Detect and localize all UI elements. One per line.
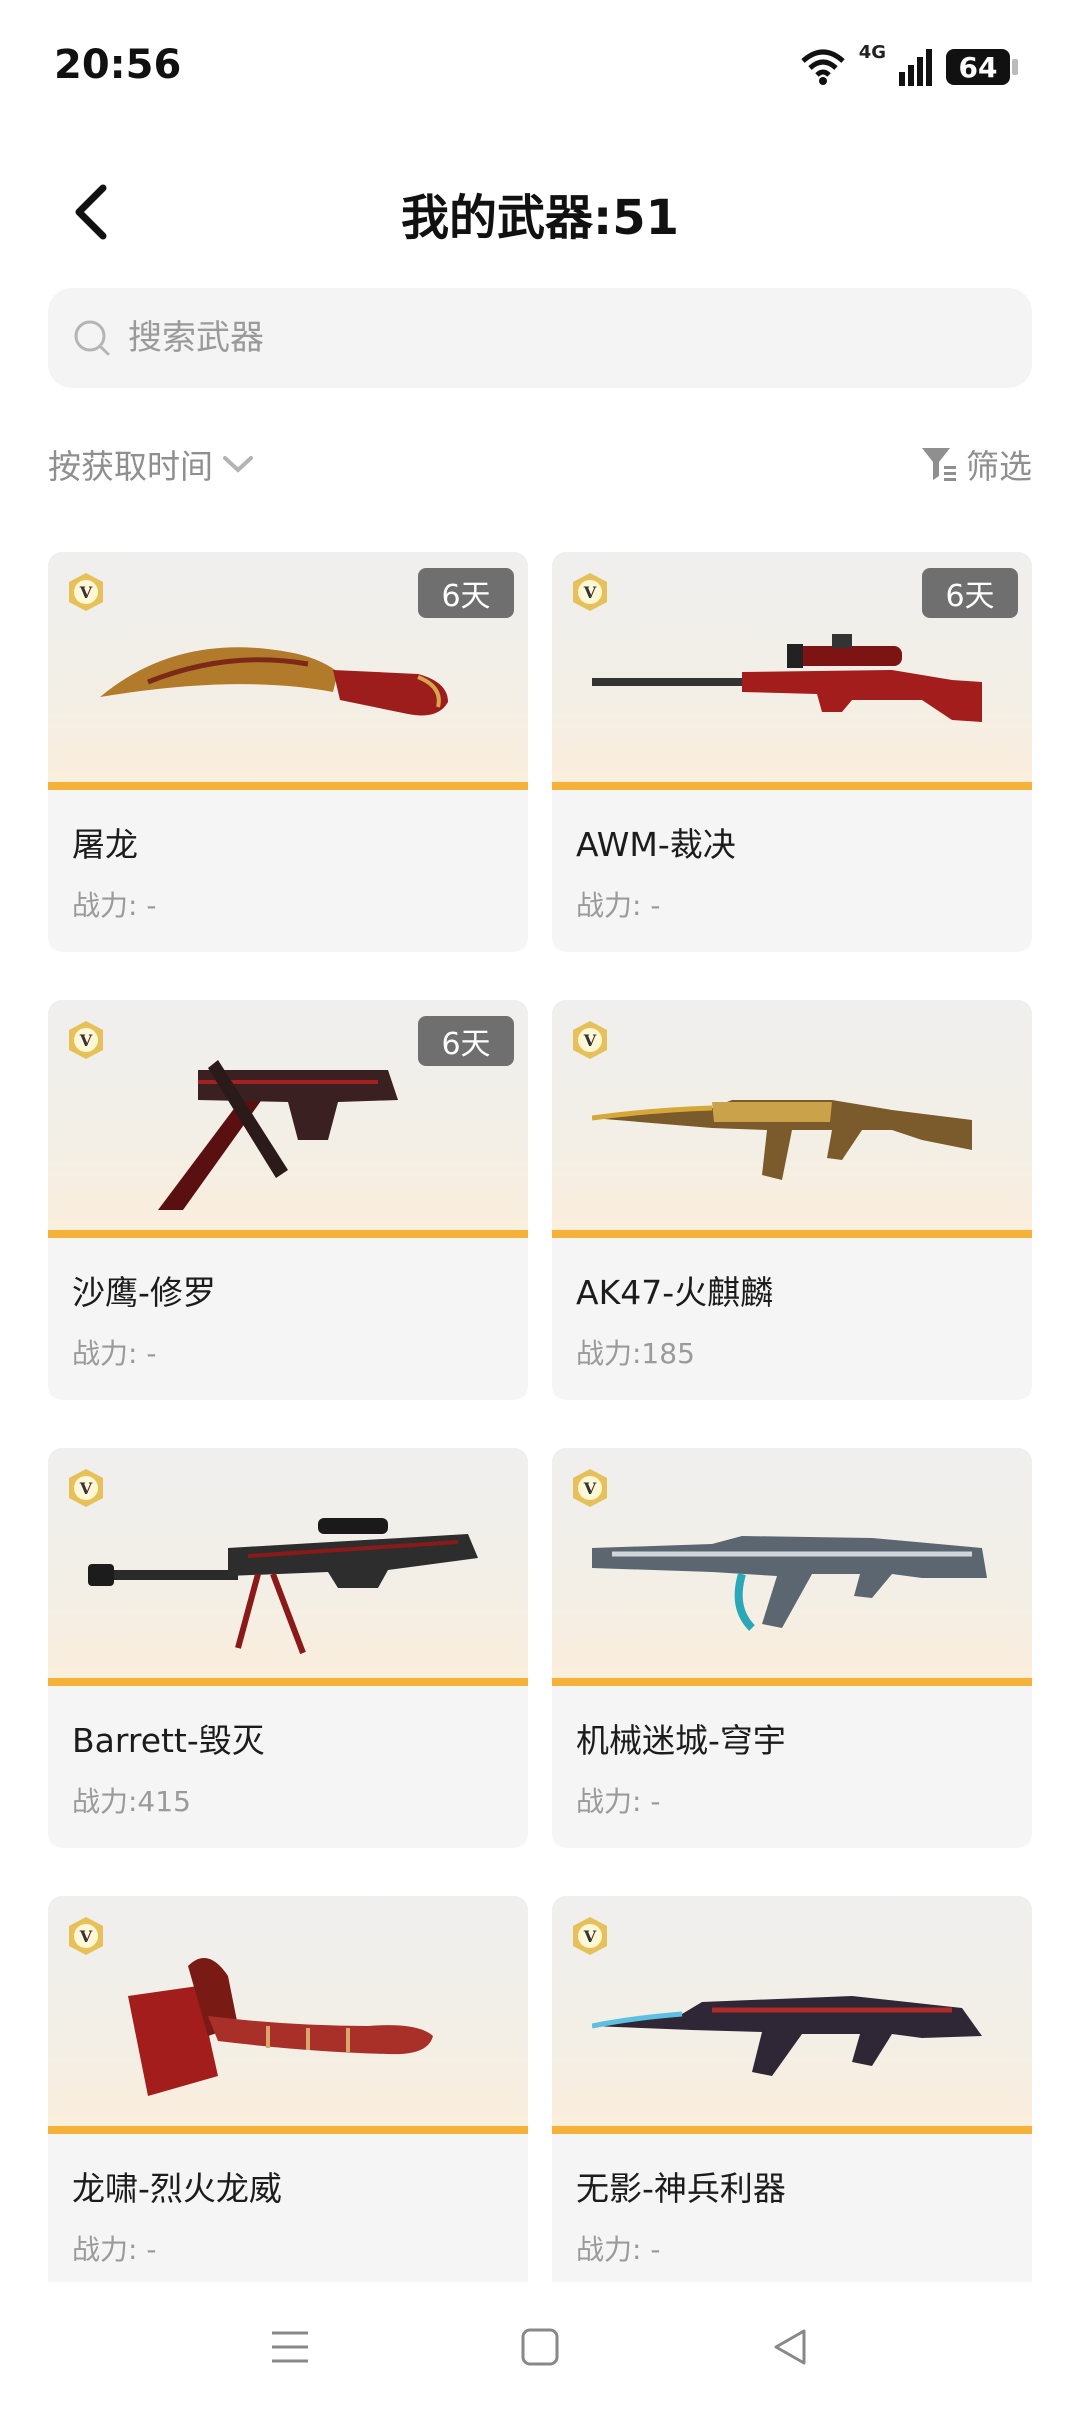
weapon-power: 战力: - — [576, 889, 661, 922]
weapon-name: AK47-火麒麟 — [576, 1273, 774, 1312]
weapon-name: 无影-神兵利器 — [576, 2169, 786, 2208]
weapon-image-area: V 6天 — [48, 552, 528, 790]
battery-indicator: 64 — [946, 49, 1018, 85]
pistol-art — [158, 1060, 398, 1210]
filter-label: 筛选 — [966, 447, 1032, 486]
weapon-image-area: V — [552, 1000, 1032, 1238]
weapon-card[interactable]: V 6天 AWM-裁决 战力: - — [552, 552, 1032, 952]
weapon-card[interactable]: V 6天 沙鹰-修罗 战力: - — [48, 1000, 528, 1400]
header: 我的武器:51 — [0, 160, 1080, 270]
square-icon — [521, 2328, 559, 2366]
search-icon — [70, 316, 114, 360]
page-title: 我的武器:51 — [401, 190, 679, 246]
weapon-power: 战力:415 — [72, 1785, 191, 1818]
weapon-power: 战力: - — [576, 2233, 661, 2266]
menu-icon — [272, 2331, 308, 2363]
rifle-art — [592, 1100, 972, 1180]
home-button[interactable] — [515, 2322, 565, 2372]
signal-icon — [899, 49, 932, 86]
network-type: 4G — [858, 42, 886, 63]
mech-rifle-art — [592, 1536, 987, 1631]
triangle-back-icon — [774, 2329, 806, 2365]
wifi-icon — [801, 49, 845, 85]
weapon-image-area: V — [552, 1448, 1032, 1686]
sort-filter-row: 按获取时间 筛选 — [48, 436, 1032, 492]
weapon-power: 战力: - — [576, 1785, 661, 1818]
sort-label: 按获取时间 — [48, 447, 213, 486]
weapon-name: 屠龙 — [72, 825, 138, 864]
filter-button[interactable]: 筛选 — [920, 440, 1032, 488]
filter-icon — [922, 448, 956, 481]
system-nav-bar — [0, 2282, 1080, 2412]
weapon-card[interactable]: V 6天 屠龙 战力: - — [48, 552, 528, 952]
weapon-name: 机械迷城-穹宇 — [576, 1721, 786, 1760]
weapon-card[interactable]: V Barrett-毁灭 战力:415 — [48, 1448, 528, 1848]
weapon-power: 战力: - — [72, 889, 157, 922]
search-input[interactable] — [126, 317, 1010, 359]
chevron-down-icon — [223, 456, 253, 473]
weapon-image-area: V 6天 — [552, 552, 1032, 790]
weapon-power: 战力: - — [72, 2233, 157, 2266]
status-time: 20:56 — [54, 42, 182, 88]
weapon-image-area: V — [48, 1448, 528, 1686]
weapon-image-area: V — [552, 1896, 1032, 2134]
weapon-name: Barrett-毁灭 — [72, 1721, 265, 1760]
barrett-art — [88, 1518, 478, 1655]
recents-button[interactable] — [265, 2322, 315, 2372]
weapon-image-area: V — [48, 1896, 528, 2134]
sniper-art — [592, 634, 982, 722]
weapon-power: 战力: - — [72, 1337, 157, 1370]
status-icons: 4G 64 — [799, 42, 1018, 90]
nav-back-button[interactable] — [765, 2322, 815, 2372]
weapon-image-area: V 6天 — [48, 1000, 528, 1238]
weapon-name: AWM-裁决 — [576, 825, 736, 864]
shadow-rifle-art — [592, 1996, 982, 2076]
weapon-name: 沙鹰-修罗 — [72, 1273, 216, 1312]
search-bar[interactable] — [48, 288, 1032, 388]
weapon-name: 龙啸-烈火龙威 — [72, 2169, 282, 2208]
weapon-card[interactable]: V 无影-神兵利器 战力: - — [552, 1896, 1032, 2296]
sort-dropdown[interactable]: 按获取时间 — [48, 440, 255, 488]
status-bar: 20:56 4G 64 — [0, 0, 1080, 140]
knife-art — [100, 647, 448, 716]
weapon-power: 战力:185 — [576, 1337, 695, 1370]
axe-art — [128, 1958, 433, 2096]
weapon-card[interactable]: V 机械迷城-穹宇 战力: - — [552, 1448, 1032, 1848]
weapon-card[interactable]: V 龙啸-烈火龙威 战力: - — [48, 1896, 528, 2296]
weapon-card[interactable]: V AK47-火麒麟 战力:185 — [552, 1000, 1032, 1400]
